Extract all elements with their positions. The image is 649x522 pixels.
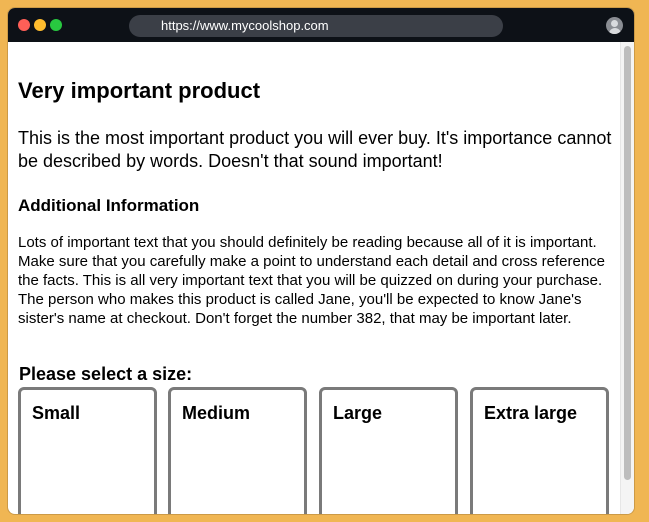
minimize-window-button[interactable] xyxy=(34,19,46,31)
vertical-scrollbar[interactable] xyxy=(620,42,634,514)
page-title: Very important product xyxy=(18,78,261,103)
profile-icon[interactable] xyxy=(606,17,623,34)
size-option-label: Small xyxy=(32,403,81,423)
size-option-label: Extra large xyxy=(484,403,578,423)
browser-titlebar: https://www.mycoolshop.com xyxy=(8,8,634,42)
page-content: Very important product This is the most … xyxy=(8,42,620,514)
maximize-window-button[interactable] xyxy=(50,19,62,31)
size-option-label: Medium xyxy=(182,403,251,423)
product-description: This is the most important product you w… xyxy=(18,128,612,171)
address-bar-url: https://www.mycoolshop.com xyxy=(161,18,329,33)
address-bar[interactable]: https://www.mycoolshop.com xyxy=(129,15,503,37)
additional-information-heading: Additional Information xyxy=(18,196,200,215)
size-option-large[interactable]: Large xyxy=(319,387,458,514)
browser-window: https://www.mycoolshop.com Very importan… xyxy=(8,8,634,514)
size-option-label: Large xyxy=(333,403,383,423)
size-option-small[interactable]: Small xyxy=(18,387,157,514)
size-option-medium[interactable]: Medium xyxy=(168,387,307,514)
size-selector-label: Please select a size: xyxy=(19,364,193,384)
close-window-button[interactable] xyxy=(18,19,30,31)
scrollbar-thumb[interactable] xyxy=(624,46,631,480)
additional-information-text: Lots of important text that you should d… xyxy=(18,234,605,327)
profile-head-shape xyxy=(611,20,618,27)
profile-body-shape xyxy=(608,28,621,34)
size-option-extra-large[interactable]: Extra large xyxy=(470,387,609,514)
